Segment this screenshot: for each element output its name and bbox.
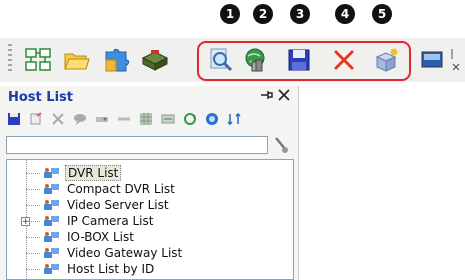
tree-item-label: Video Gateway List [67, 246, 183, 260]
tree-branch [26, 269, 40, 270]
host-grid-button[interactable] [138, 112, 153, 127]
panel-title: Host List [8, 90, 73, 105]
refresh-icon [183, 113, 196, 125]
sort-icon [226, 112, 241, 126]
device-icon [141, 50, 169, 71]
monitor-icon [421, 51, 443, 68]
search-tool-icon [275, 137, 288, 153]
callout-1: 1 [220, 4, 240, 24]
tree-item-video-server-list[interactable]: Video Server List [43, 197, 171, 213]
save-icon [7, 113, 20, 125]
host-list-toolbar [6, 110, 241, 128]
network-button[interactable] [240, 44, 272, 76]
search-button[interactable] [205, 44, 237, 76]
tree-item-compact-dvr-list[interactable]: Compact DVR List [43, 181, 177, 197]
puzzle-button[interactable] [100, 44, 132, 76]
toolbar-grip[interactable] [8, 44, 12, 74]
panel-controls [260, 88, 290, 102]
host-search-button[interactable] [272, 135, 290, 155]
monitor-button[interactable] [416, 44, 448, 76]
save-icon [288, 49, 310, 71]
callout-3: 3 [290, 4, 310, 24]
device-button[interactable] [138, 44, 170, 76]
toolbar-overflow[interactable] [449, 44, 463, 76]
tree-branch [26, 189, 40, 190]
host-tree-button[interactable] [22, 44, 54, 76]
callout-4: 4 [335, 4, 355, 24]
tree-branch [26, 237, 40, 238]
host-group-icon [44, 248, 59, 258]
chat-icon [73, 114, 86, 125]
tree-item-video-gateway-list[interactable]: Video Gateway List [43, 245, 184, 261]
host-search-input[interactable] [6, 136, 268, 154]
network-icon [245, 48, 265, 72]
host-list-panel: Host List + DVR List Compact DVR List Vi… [0, 86, 299, 280]
close-icon[interactable] [278, 89, 290, 101]
host-tree: + DVR List Compact DVR List Video Server… [6, 159, 294, 280]
callout-5: 5 [372, 4, 392, 24]
host-link-button[interactable] [116, 112, 131, 127]
delete-icon [51, 113, 64, 125]
host-info-button[interactable] [204, 112, 219, 127]
search-icon [210, 48, 233, 72]
folder-icon [64, 53, 90, 70]
host-group-icon [44, 264, 59, 274]
delete-icon [334, 50, 354, 70]
tree-item-label: Video Server List [67, 198, 169, 212]
grid-icon [139, 113, 152, 125]
tree-item-label: Compact DVR List [67, 182, 175, 196]
new-icon [375, 48, 398, 72]
host-group-icon [44, 200, 59, 210]
tree-item-dvr-list[interactable]: DVR List [43, 165, 122, 181]
host-delete-button[interactable] [50, 112, 65, 127]
edit-icon [30, 112, 42, 125]
host-connect-button[interactable] [94, 112, 109, 127]
host-group-icon [44, 232, 59, 242]
host-group-icon [44, 216, 59, 226]
host-chat-button[interactable] [72, 112, 87, 127]
connect-icon [95, 117, 108, 122]
tree-item-label: IP Camera List [67, 214, 154, 228]
puzzle-icon [105, 48, 130, 72]
tree-item-label: Host List by ID [67, 262, 155, 276]
new-button[interactable] [370, 44, 402, 76]
host-save-button[interactable] [6, 112, 21, 127]
tag-icon [161, 114, 174, 124]
tree-branch [26, 253, 40, 254]
delete-button[interactable] [328, 44, 360, 76]
host-group-icon [44, 184, 59, 194]
tree-branch [26, 173, 40, 174]
main-toolbar [0, 38, 465, 82]
tree-item-host-list-by-id[interactable]: Host List by ID [43, 261, 156, 277]
info-icon [205, 113, 218, 125]
tree-item-label: IO-BOX List [67, 230, 134, 244]
callout-2: 2 [253, 4, 273, 24]
tree-item-io-box-list[interactable]: IO-BOX List [43, 229, 136, 245]
open-folder-button[interactable] [60, 44, 92, 76]
expand-ip-camera-list[interactable]: + [21, 217, 30, 227]
link-icon [117, 117, 130, 121]
host-sort-button[interactable] [226, 112, 241, 127]
tree-item-label: DVR List [65, 165, 122, 181]
host-tree-icon [25, 48, 51, 71]
host-edit-button[interactable] [28, 112, 43, 127]
tree-branch [26, 205, 40, 206]
host-refresh-button[interactable] [182, 112, 197, 127]
tree-item-ip-camera-list[interactable]: IP Camera List [43, 213, 155, 229]
pin-icon[interactable] [260, 88, 274, 102]
host-tag-button[interactable] [160, 112, 175, 127]
save-button[interactable] [283, 44, 315, 76]
host-group-icon [44, 168, 59, 178]
chevron-overflow-icon [451, 49, 460, 71]
